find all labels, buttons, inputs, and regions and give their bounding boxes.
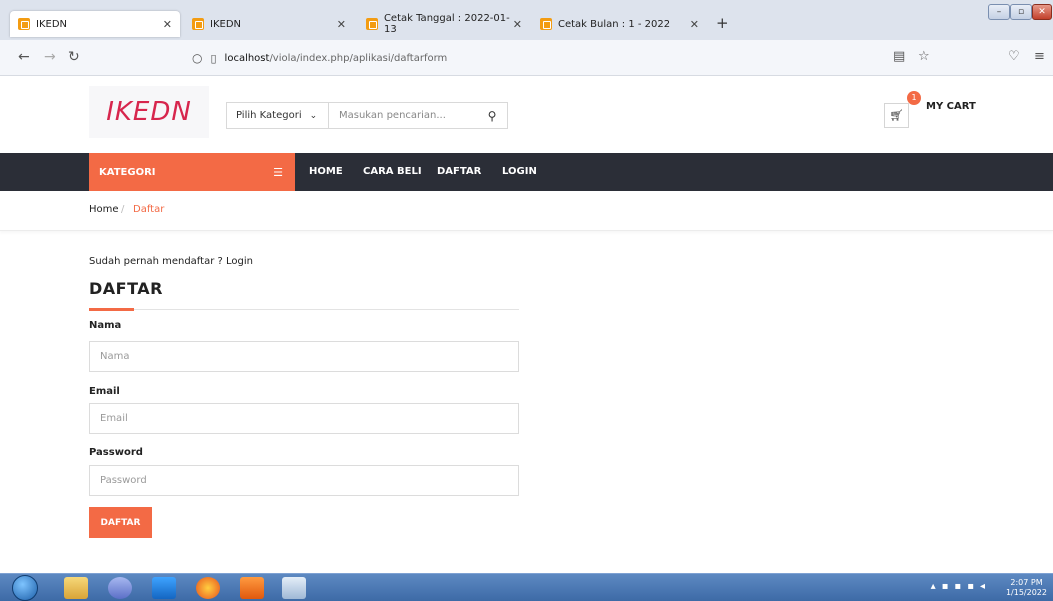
already-registered-link[interactable]: Sudah pernah mendaftar ? Login — [89, 256, 253, 267]
app-icon[interactable] — [108, 577, 132, 599]
cart-count-badge: 1 — [907, 91, 921, 105]
windows-taskbar: ▴▪▪▪◂ 2:07 PM 1/15/2022 — [0, 573, 1053, 601]
reload-icon[interactable]: ↻ — [68, 49, 80, 65]
tab-title: IKEDN — [36, 18, 68, 30]
browser-tab-2[interactable]: IKEDN ✕ — [184, 11, 354, 37]
category-select-label: Pilih Kategori — [236, 110, 302, 121]
title-accent-bar — [89, 308, 134, 311]
close-icon[interactable]: ✕ — [513, 18, 522, 31]
nav-login[interactable]: LOGIN — [502, 166, 537, 177]
xampp-favicon-icon — [366, 18, 378, 30]
close-icon[interactable]: ✕ — [163, 18, 172, 31]
chevron-down-icon: ⌄ — [309, 110, 318, 121]
url-path: /viola/index.php/aplikasi/daftarform — [269, 52, 448, 64]
my-cart-label[interactable]: MY CART — [926, 101, 976, 112]
xampp-favicon-icon — [18, 18, 30, 30]
title-divider — [89, 309, 519, 310]
email-label: Email — [89, 386, 120, 397]
close-icon[interactable]: ✕ — [337, 18, 346, 31]
bookmark-star-icon[interactable]: ☆ — [918, 49, 930, 64]
menu-icon[interactable]: ≡ — [1034, 49, 1045, 64]
firefox-icon[interactable] — [196, 577, 220, 599]
url-host: localhost — [224, 52, 270, 64]
browser-tab-bar: IKEDN ✕ IKEDN ✕ Cetak Tanggal : 2022-01-… — [0, 0, 1053, 40]
screen: IKEDN ✕ IKEDN ✕ Cetak Tanggal : 2022-01-… — [0, 0, 1053, 601]
close-icon[interactable]: ✕ — [690, 18, 699, 31]
kategori-menu-button[interactable]: KATEGORI ☰ — [89, 153, 295, 191]
clock-time: 2:07 PM — [1010, 578, 1043, 587]
nav-home[interactable]: HOME — [309, 166, 343, 177]
page-icon: ▯ — [210, 51, 217, 65]
tab-title: IKEDN — [210, 18, 242, 30]
hamburger-icon: ☰ — [273, 166, 283, 179]
file-explorer-icon[interactable] — [64, 577, 88, 599]
nav-cara-beli[interactable]: CARA BELI — [363, 166, 422, 177]
tab-title: Cetak Tanggal : 2022-01-13 — [383, 13, 510, 35]
cart-icon: 🛒︎ — [889, 109, 904, 122]
shield-icon: ○ — [192, 51, 203, 65]
password-label: Password — [89, 447, 143, 458]
minimize-icon[interactable]: – — [988, 4, 1010, 20]
system-tray-icons[interactable]: ▴▪▪▪◂ — [931, 581, 991, 592]
xampp-icon[interactable] — [240, 577, 264, 599]
search-input[interactable] — [329, 103, 477, 128]
email-input[interactable] — [89, 403, 519, 434]
category-select[interactable]: Pilih Kategori ⌄ — [227, 103, 329, 128]
browser-tab-4[interactable]: Cetak Bulan : 1 - 2022 ✕ — [532, 11, 707, 37]
nama-label: Nama — [89, 320, 122, 331]
reader-view-icon[interactable]: ▤ — [893, 49, 905, 64]
browser-nav-bar: ← → ↻ ○ ▯ localhost/viola/index.php/apli… — [0, 40, 1053, 76]
cart-button[interactable]: 🛒︎ — [884, 103, 909, 128]
search-bar: Pilih Kategori ⌄ ⚲ — [226, 102, 508, 129]
start-button-icon[interactable] — [12, 575, 38, 601]
daftar-submit-button[interactable]: DAFTAR — [89, 507, 152, 538]
main-nav: KATEGORI ☰ HOME CARA BELI DAFTAR LOGIN — [0, 153, 1053, 191]
pocket-icon[interactable]: ♡ — [1008, 49, 1020, 64]
address-bar[interactable]: ○ ▯ localhost/viola/index.php/aplikasi/d… — [180, 45, 890, 71]
paint-icon[interactable] — [282, 577, 306, 599]
search-icon[interactable]: ⚲ — [477, 109, 507, 123]
xampp-favicon-icon — [540, 18, 552, 30]
breadcrumb-separator: / — [121, 204, 125, 215]
xampp-favicon-icon — [192, 18, 204, 30]
vscode-icon[interactable] — [152, 577, 176, 599]
site-logo[interactable]: IKEDN — [89, 86, 209, 138]
browser-tab-1[interactable]: IKEDN ✕ — [10, 11, 180, 37]
nama-input[interactable] — [89, 341, 519, 372]
nav-daftar[interactable]: DAFTAR — [437, 166, 481, 177]
back-icon[interactable]: ← — [18, 49, 30, 65]
system-clock[interactable]: 2:07 PM 1/15/2022 — [1006, 578, 1047, 598]
forward-icon[interactable]: → — [44, 49, 56, 65]
clock-date: 1/15/2022 — [1005, 588, 1047, 597]
form-title: DAFTAR — [89, 279, 163, 298]
password-input[interactable] — [89, 465, 519, 496]
new-tab-icon[interactable]: + — [716, 14, 729, 32]
kategori-label: KATEGORI — [99, 166, 156, 178]
maximize-icon[interactable]: ▫ — [1010, 4, 1032, 20]
breadcrumb-current: Daftar — [133, 204, 165, 215]
window-close-icon[interactable]: ✕ — [1032, 4, 1052, 20]
url-text: localhost/viola/index.php/aplikasi/dafta… — [225, 53, 448, 64]
browser-tab-3[interactable]: Cetak Tanggal : 2022-01-13 ✕ — [358, 11, 530, 37]
breadcrumb-home[interactable]: Home — [89, 204, 119, 215]
breadcrumb: Home / Daftar — [0, 191, 1053, 231]
tab-title: Cetak Bulan : 1 - 2022 — [558, 18, 671, 30]
